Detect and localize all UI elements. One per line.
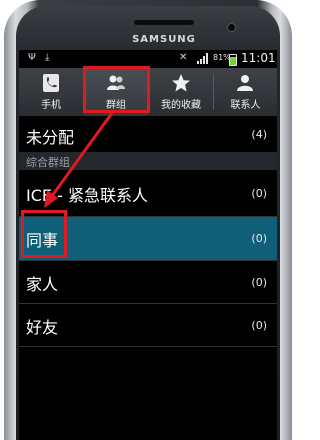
annotation-arrow — [44, 112, 114, 208]
